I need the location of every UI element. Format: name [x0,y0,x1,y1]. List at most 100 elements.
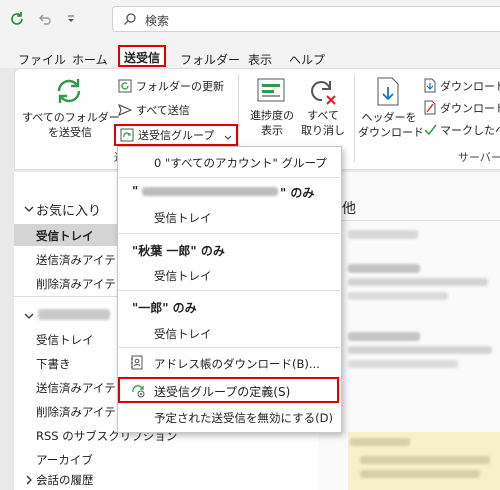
chevron-down-icon[interactable] [24,310,34,324]
cancel-all-label-2: 取り消し [301,124,345,137]
tab-folder[interactable]: フォルダー [180,51,240,68]
message-blurred [348,346,492,354]
message-blurred [348,332,420,341]
menu-divider [118,290,343,291]
nav-fav-sent[interactable]: 送信済みアイテ [36,252,116,268]
all-accounts-group-item[interactable]: 0 "すべてのアカウント" グループ [118,150,341,174]
send-receive-all-button[interactable]: すべてのフォルダー を送受信 [22,72,120,148]
download-headers-label-1: ヘッダーを [361,111,417,124]
update-folder-label: フォルダーの更新 [136,80,224,93]
send-receive-groups-label: 送受信グループ [138,129,215,142]
account-1-inbox-item[interactable]: 受信トレイ [118,206,341,228]
server-group-caption: サーバー [458,151,500,164]
message-blurred [350,438,410,446]
disable-scheduled-item[interactable]: 予定された送受信を無効にする(D) [118,405,341,429]
update-folder-button[interactable]: フォルダーの更新 [118,78,238,96]
send-all-label: すべて送信 [136,104,190,117]
send-receive-all-label-1: すべてのフォルダー [22,111,120,124]
tab-send-receive[interactable]: 送受信 [118,45,166,67]
send-all-button[interactable]: すべて送信 [118,102,238,120]
process-marked-headers-button[interactable]: マークしたヘッ [424,122,500,140]
send-receive-all-label-2: を送受信 [48,126,92,139]
message-blurred [360,470,480,478]
search-icon [123,12,137,29]
nav-fav-deleted[interactable]: 削除済みアイテ [36,276,116,292]
favorites-header[interactable]: お気に入り [36,200,101,219]
menu-divider [118,177,343,178]
account-3-title: "一郎" のみ [132,301,197,315]
message-blurred [348,278,488,286]
define-groups-label: 送受信グループの定義(S) [154,385,291,399]
message-blurred [348,292,448,300]
chevron-down-icon [224,131,232,145]
mark-download-icon [424,78,436,96]
unmark-download-button[interactable]: ダウンロード用 [424,100,500,118]
nav-account-inbox[interactable]: 受信トレイ [36,332,94,348]
nav-account-archive[interactable]: アーカイブ [36,452,93,468]
unmark-download-icon [424,100,436,118]
define-groups-item[interactable]: 送受信グループの定義(S) [118,377,339,403]
search-input[interactable]: 検索 [112,6,500,32]
nav-account-drafts[interactable]: 下書き [36,356,71,372]
tab-view[interactable]: 表示 [248,51,272,68]
tab-home[interactable]: ホーム [72,51,108,68]
send-receive-groups-button[interactable]: 送受信グループ [114,124,238,146]
message-blurred [348,230,418,239]
message-blurred [348,360,458,368]
account-2-header: "秋葉 一郎" のみ [118,238,341,260]
nav-account-deleted[interactable]: 削除済みアイテ [36,404,116,420]
search-placeholder: 検索 [145,14,170,28]
account-1-header: " " のみ [118,180,341,202]
process-marked-headers-label: マークしたヘッ [440,124,500,137]
undo-icon[interactable] [36,10,54,28]
show-progress-label-1: 進捗度の [250,109,294,122]
chevron-down-icon[interactable] [24,203,34,217]
tab-help[interactable]: ヘルプ [289,51,325,68]
cancel-all-button[interactable]: すべて 取り消し [300,74,346,144]
message-list-header: 他 [342,201,356,217]
download-address-book-item[interactable]: アドレス帳のダウンロード(B)... [118,351,341,375]
download-headers-button[interactable]: ヘッダーを ダウンロード [358,74,424,144]
account-email-blurred [142,187,278,196]
nav-fav-inbox[interactable]: 受信トレイ [36,228,94,244]
disable-scheduled-label: 予定された送受信を無効にする(D) [154,411,333,425]
account-3-header: "一郎" のみ [118,295,341,317]
send-receive-groups-icon [120,128,134,145]
account-3-inbox-item[interactable]: 受信トレイ [118,322,341,344]
nav-account-sent[interactable]: 送信済みアイテ [36,380,116,396]
nav-conversation-history[interactable]: 会話の履歴 [36,472,94,488]
account-3-inbox-label: 受信トレイ [154,327,212,341]
show-progress-button[interactable]: 進捗度の 表示 [244,74,300,144]
folder-refresh-icon [118,79,132,96]
refresh-icon[interactable] [8,10,26,28]
customize-toolbar-icon[interactable] [62,10,80,28]
message-list-divider [342,220,500,221]
cancel-sync-icon [308,78,338,109]
account-1-suffix: " のみ [280,186,315,200]
account-2-title: "秋葉 一郎" のみ [132,244,225,258]
message-blurred [348,264,420,273]
sync-icon [54,76,84,109]
tab-file[interactable]: ファイル [18,51,66,68]
tab-send-receive-label: 送受信 [124,51,161,65]
download-headers-label-2: ダウンロード [358,126,424,139]
account-2-inbox-item[interactable]: 受信トレイ [118,264,341,286]
mark-to-download-button[interactable]: ダウンロード用 [424,78,500,96]
unmark-download-label: ダウンロード用 [440,102,500,115]
menu-divider [118,233,343,234]
account-2-inbox-label: 受信トレイ [154,269,212,283]
send-icon [118,103,133,119]
all-accounts-group-label: 0 "すべてのアカウント" グループ [154,156,327,170]
account-1-inbox-label: 受信トレイ [154,211,212,225]
download-address-book-label: アドレス帳のダウンロード(B)... [154,357,320,371]
chevron-right-icon[interactable] [24,474,34,488]
cancel-all-label-1: すべて [307,109,339,122]
account-1-quote: " [132,184,139,198]
ribbon-divider [354,74,355,162]
show-progress-label-2: 表示 [261,124,283,137]
menu-divider [118,347,343,348]
progress-icon [257,78,285,107]
mark-to-download-label: ダウンロード用 [440,80,500,93]
download-headers-icon [376,77,402,110]
account-name-blurred [38,309,110,320]
